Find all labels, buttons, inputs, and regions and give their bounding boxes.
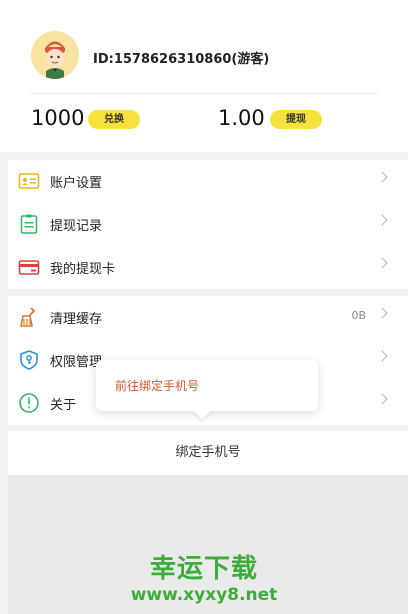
- chevron-right-icon: [376, 350, 388, 362]
- bind-phone-label: 绑定手机号: [175, 445, 241, 460]
- watermark-title: 幸运下载: [149, 554, 258, 584]
- chevron-right-icon: [376, 257, 388, 269]
- chevron-right-icon: [376, 171, 388, 183]
- profile-header: ID:1578626310860(游客) 1000 兑换 1.00 提现: [0, 0, 408, 152]
- divider: [29, 93, 379, 94]
- avatar[interactable]: [31, 31, 79, 79]
- bind-phone-tooltip[interactable]: 前往绑定手机号: [96, 360, 318, 420]
- menu-group-account: 账户设置 提现记录 我的提现卡: [8, 160, 408, 289]
- withdraw-button[interactable]: 提现: [270, 110, 322, 129]
- broom-icon: [18, 306, 40, 328]
- chevron-right-icon: [376, 393, 388, 405]
- exchange-button[interactable]: 兑换: [88, 110, 140, 129]
- avatar-icon: [31, 31, 79, 79]
- menu-item-account-settings[interactable]: 账户设置: [8, 160, 408, 203]
- balance-amount: 1.00: [218, 106, 265, 130]
- menu-label: 关于: [50, 398, 77, 413]
- chevron-right-icon: [376, 307, 388, 319]
- menu-label: 账户设置: [50, 176, 103, 191]
- menu-label: 我的提现卡: [50, 262, 116, 277]
- clipboard-icon: [18, 213, 40, 235]
- menu-label: 清理缓存: [50, 312, 103, 327]
- shield-key-icon: [18, 349, 40, 371]
- tooltip-text: 前往绑定手机号: [115, 379, 200, 393]
- menu-item-withdraw-records[interactable]: 提现记录: [8, 203, 408, 246]
- cache-size: 0B: [351, 309, 366, 322]
- card-icon: [18, 256, 40, 278]
- menu-item-my-withdraw-card[interactable]: 我的提现卡: [8, 246, 408, 289]
- id-card-icon: [18, 170, 40, 192]
- user-id: ID:1578626310860(游客): [93, 52, 270, 67]
- info-circle-icon: [18, 392, 40, 414]
- watermark-url: www.xyxy8.net: [130, 585, 278, 605]
- chevron-right-icon: [376, 214, 388, 226]
- menu-item-clear-cache[interactable]: 清理缓存 0B: [8, 296, 408, 339]
- bind-phone-button[interactable]: 绑定手机号: [8, 431, 408, 475]
- menu-label: 提现记录: [50, 219, 103, 234]
- coin-count: 1000: [31, 106, 85, 130]
- menu-label: 权限管理: [50, 355, 103, 370]
